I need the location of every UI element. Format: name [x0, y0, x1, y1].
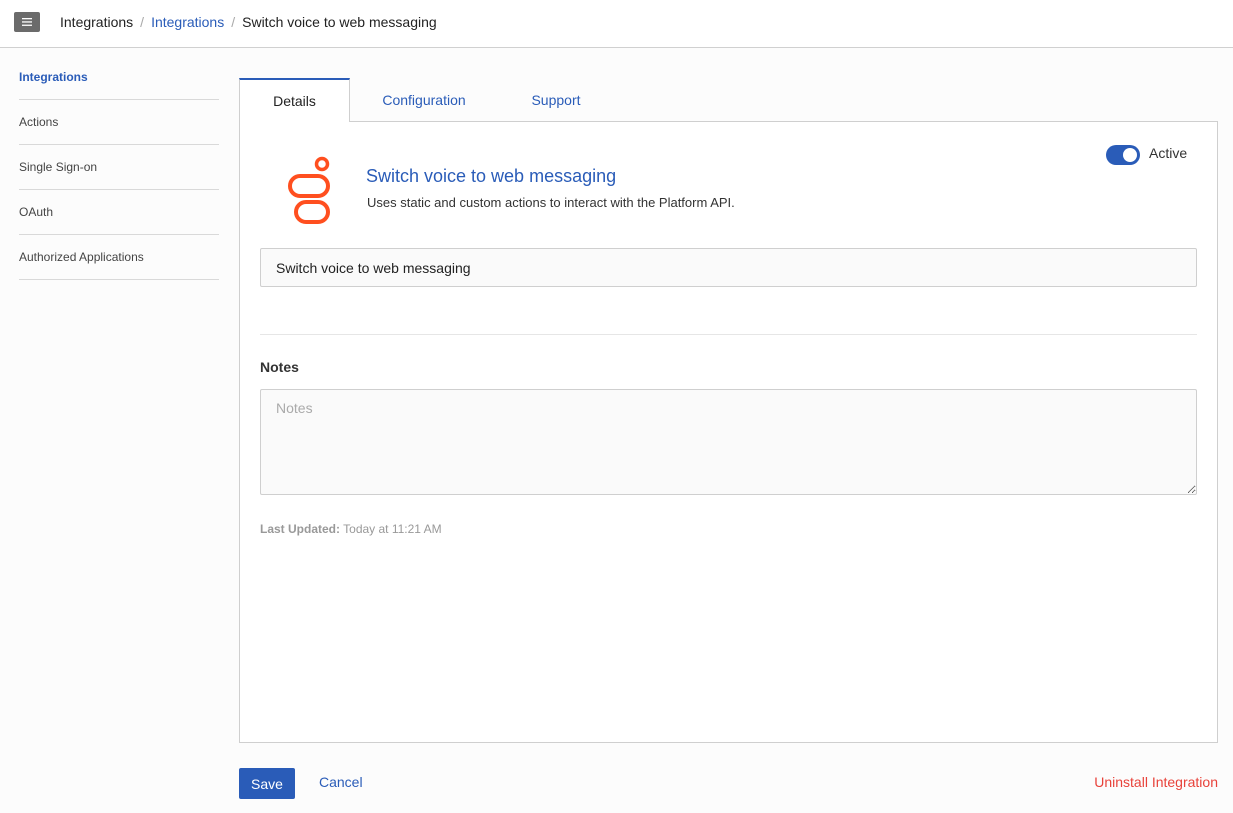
tab-configuration[interactable]: Configuration	[350, 78, 498, 122]
tab-support[interactable]: Support	[498, 78, 614, 122]
last-updated: Last Updated: Today at 11:21 AM	[260, 522, 442, 536]
breadcrumb: Integrations / Integrations / Switch voi…	[60, 0, 437, 44]
sidebar-item-authorized-applications[interactable]: Authorized Applications	[19, 235, 219, 280]
integration-description: Uses static and custom actions to intera…	[367, 195, 735, 210]
sidebar-item-actions[interactable]: Actions	[19, 100, 219, 145]
sidebar-item-single-sign-on[interactable]: Single Sign-on	[19, 145, 219, 190]
details-panel: Switch voice to web messaging Uses stati…	[239, 121, 1218, 743]
notes-textarea[interactable]	[260, 389, 1197, 495]
active-toggle-label: Active	[1149, 145, 1188, 161]
integration-title: Switch voice to web messaging	[366, 166, 617, 186]
last-updated-label: Last Updated:	[260, 522, 341, 536]
hamburger-icon	[22, 18, 32, 26]
divider	[260, 334, 1197, 335]
sidebar-item-integrations[interactable]: Integrations	[19, 55, 219, 100]
breadcrumb-root: Integrations	[60, 14, 134, 30]
tab-bar: Details Configuration Support	[239, 78, 614, 122]
notes-label: Notes	[260, 359, 299, 375]
toggle-knob	[1123, 148, 1137, 162]
save-button[interactable]: Save	[239, 768, 295, 799]
genesys-logo-icon	[284, 154, 334, 231]
last-updated-value: Today at 11:21 AM	[343, 522, 442, 536]
uninstall-integration-link[interactable]: Uninstall Integration	[1094, 774, 1218, 790]
breadcrumb-separator: /	[231, 14, 236, 30]
integration-name-input[interactable]	[260, 248, 1197, 287]
tab-details[interactable]: Details	[239, 78, 350, 122]
breadcrumb-separator: /	[140, 14, 145, 30]
breadcrumb-current: Switch voice to web messaging	[242, 14, 437, 30]
sidebar-nav: Integrations Actions Single Sign-on OAut…	[19, 55, 219, 280]
breadcrumb-integrations-link[interactable]: Integrations	[151, 14, 224, 30]
menu-button[interactable]	[14, 12, 40, 32]
sidebar-item-oauth[interactable]: OAuth	[19, 190, 219, 235]
active-toggle[interactable]	[1106, 145, 1140, 165]
cancel-link[interactable]: Cancel	[319, 774, 363, 790]
top-header: Integrations / Integrations / Switch voi…	[0, 0, 1233, 48]
